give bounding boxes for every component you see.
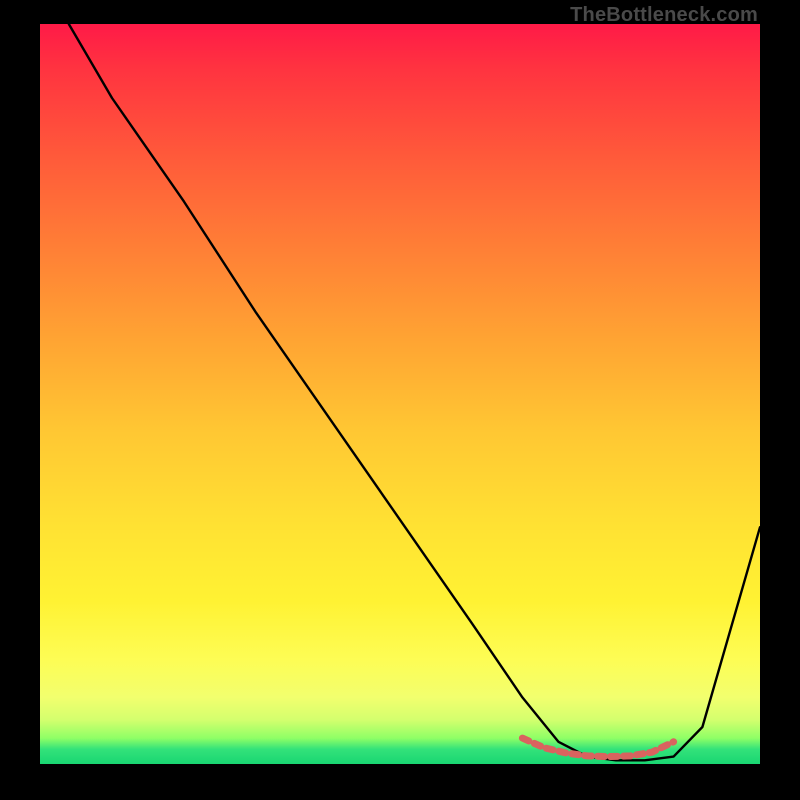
chart-frame: TheBottleneck.com — [0, 0, 800, 800]
chart-svg — [40, 24, 760, 764]
chart-plot-area — [40, 24, 760, 764]
bottleneck-curve-line — [69, 24, 760, 760]
optimal-band-line — [522, 738, 673, 757]
